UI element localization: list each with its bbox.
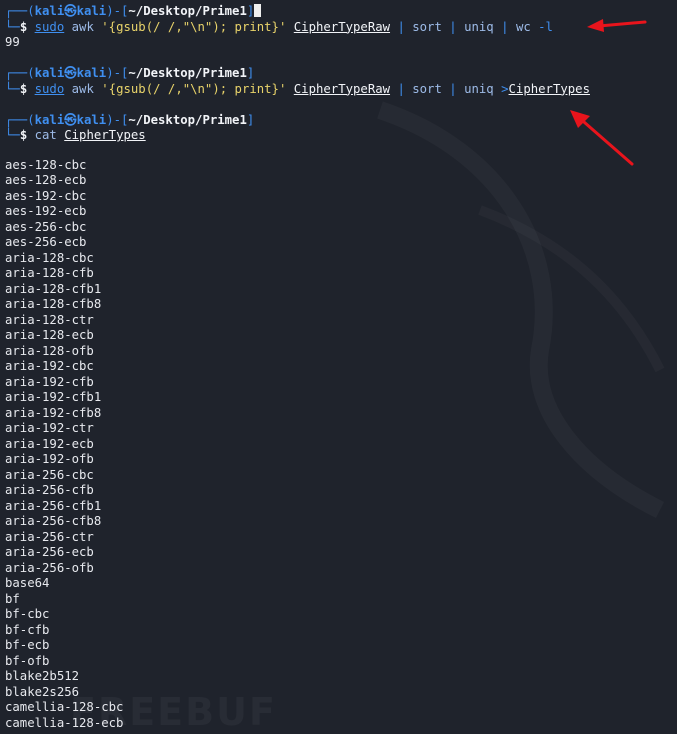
cipher-list-item: aes-256-cbc bbox=[5, 219, 87, 234]
cipher-list-item: aes-192-ecb bbox=[5, 204, 87, 218]
cipher-list-item: aria-192-ofb bbox=[5, 452, 94, 466]
cipher-list-item: aria-128-ctr bbox=[5, 312, 94, 327]
cipher-list-item: aria-256-cfb bbox=[5, 483, 94, 497]
cipher-list-item: aria-128-cfb bbox=[5, 266, 94, 280]
cipher-list-item: aria-256-cfb1 bbox=[5, 498, 102, 513]
cipher-list-item: aria-128-ofb bbox=[5, 343, 94, 358]
cipher-list-output: aes-128-cbc aes-128-ecb aes-192-cbc aes-192… bbox=[5, 158, 677, 732]
cipher-list-item: aes-192-cbc bbox=[5, 188, 87, 203]
red-arrow-icon bbox=[570, 110, 634, 166]
command-line-1[interactable]: └─$ sudo awk '{gsub(/ /,"\n"); print}' C… bbox=[5, 20, 677, 36]
cipher-list-item: aria-192-cbc bbox=[5, 359, 94, 373]
prompt-header-1: ┌──(kali㉿kali)-[~/Desktop/Prime1] bbox=[5, 4, 677, 20]
cipher-list-item: aes-256-ecb bbox=[5, 235, 87, 249]
cipher-list-item: bf-ofb bbox=[5, 653, 50, 668]
command-output-count: 99 bbox=[5, 35, 20, 49]
prompt-header-2: ┌──(kali㉿kali)-[~/Desktop/Prime1] bbox=[5, 66, 255, 80]
cipher-list-item: aria-192-cfb8 bbox=[5, 405, 102, 420]
cipher-list-item: aria-192-cfb1 bbox=[5, 390, 102, 404]
cipher-list-item: aria-256-ofb bbox=[5, 560, 94, 575]
cipher-list-item: bf-ecb bbox=[5, 638, 50, 652]
cipher-list-item: bf-cbc bbox=[5, 607, 50, 621]
cipher-list-item: aria-192-ecb bbox=[5, 436, 94, 451]
cipher-list-item: bf bbox=[5, 591, 20, 606]
cipher-list-item: bf-cfb bbox=[5, 622, 50, 637]
terminal-cursor bbox=[254, 4, 262, 17]
cipher-list-item: aria-192-cfb bbox=[5, 374, 94, 389]
cipher-list-item: aria-128-ecb bbox=[5, 328, 94, 342]
red-arrow-icon bbox=[587, 19, 647, 32]
cipher-list-item: base64 bbox=[5, 576, 50, 590]
cipher-list-item: aria-256-ctr bbox=[5, 529, 94, 544]
cipher-list-item: aria-128-cfb8 bbox=[5, 297, 102, 311]
freebuf-watermark: FREEBUF bbox=[70, 690, 277, 734]
cipher-list-item: aria-128-cfb1 bbox=[5, 281, 102, 296]
cipher-list-item: aria-256-ecb bbox=[5, 545, 94, 559]
cipher-list-item: aes-128-ecb bbox=[5, 173, 87, 187]
cipher-list-item: blake2b512 bbox=[5, 669, 80, 683]
cipher-list-item: aria-128-cbc bbox=[5, 250, 94, 265]
cipher-list-item: aria-256-cfb8 bbox=[5, 514, 102, 528]
command-line-2[interactable]: └─$ sudo awk '{gsub(/ /,"\n"); print}' C… bbox=[5, 82, 677, 98]
cipher-list-item: aria-256-cbc bbox=[5, 467, 94, 482]
cipher-list-item: aria-192-ctr bbox=[5, 421, 94, 435]
